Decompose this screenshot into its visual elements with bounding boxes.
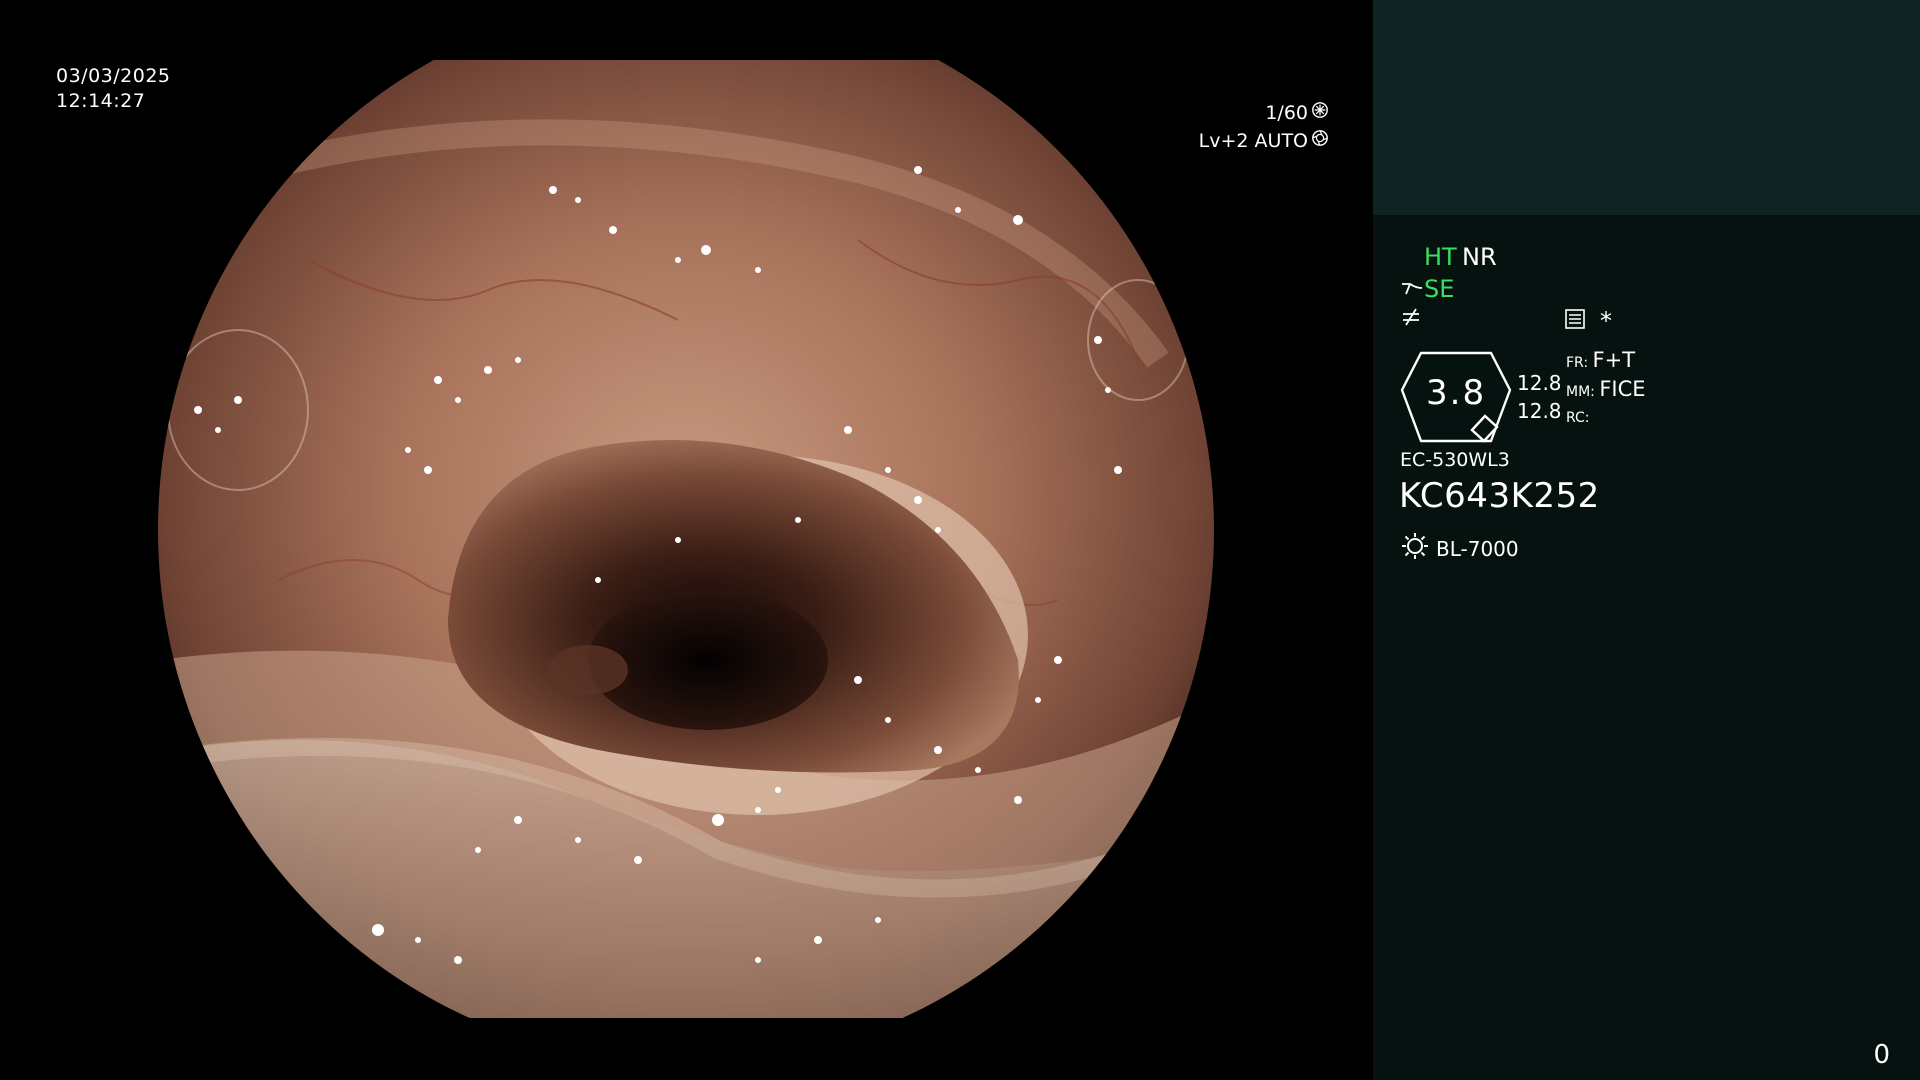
mm-label: MM:	[1566, 384, 1595, 400]
zoom-value-1: 12.8	[1517, 371, 1562, 395]
date-text: 03/03/2025	[56, 65, 171, 87]
info-panel-body	[1373, 215, 1920, 1080]
fr-value: F+T	[1592, 348, 1636, 372]
fr-label: FR:	[1566, 355, 1589, 371]
datetime-readout: 03/03/2025 12:14:27	[56, 64, 171, 114]
iris-icon	[1311, 127, 1329, 155]
zoom-value: 3.8	[1426, 373, 1487, 413]
scope-serial: KC643K252	[1399, 476, 1600, 516]
info-panel-header	[1373, 0, 1920, 215]
star-indicator: *	[1600, 307, 1612, 335]
light-source-text: BL-7000	[1436, 536, 1519, 561]
ht-indicator: HT	[1424, 243, 1457, 271]
scope-tip-icon	[1400, 278, 1424, 300]
time-text: 12:14:27	[56, 90, 146, 112]
zoom-values: 12.8 12.8	[1517, 369, 1562, 425]
sun-icon	[1400, 531, 1430, 566]
zoom-value-2: 12.8	[1517, 399, 1562, 423]
iris-text: Lv+2 AUTO	[1198, 130, 1308, 152]
se-indicator: SE	[1424, 275, 1455, 303]
nr-indicator: NR	[1462, 243, 1497, 271]
endoscopy-monitor: 03/03/2025 12:14:27 1/60 Lv+2 AUTO HT NR…	[0, 0, 1920, 1080]
exposure-readout: 1/60 Lv+2 AUTO	[1199, 99, 1329, 155]
endoscopic-image	[158, 60, 1214, 1018]
light-source: BL-7000	[1400, 531, 1519, 566]
memo-icon	[1564, 308, 1586, 330]
endoscope-video-area: 03/03/2025 12:14:27 1/60 Lv+2 AUTO	[0, 0, 1373, 1080]
not-equal-icon	[1400, 306, 1422, 328]
mm-value: FICE	[1599, 377, 1646, 401]
scope-model: EC-530WL3	[1400, 449, 1510, 471]
frame-counter: 0	[1873, 1040, 1890, 1070]
processing-labels: FR: F+T MM: FICE RC:	[1566, 347, 1646, 431]
aperture-icon	[1311, 99, 1329, 127]
rc-label: RC:	[1566, 410, 1590, 426]
shutter-text: 1/60	[1265, 102, 1308, 124]
